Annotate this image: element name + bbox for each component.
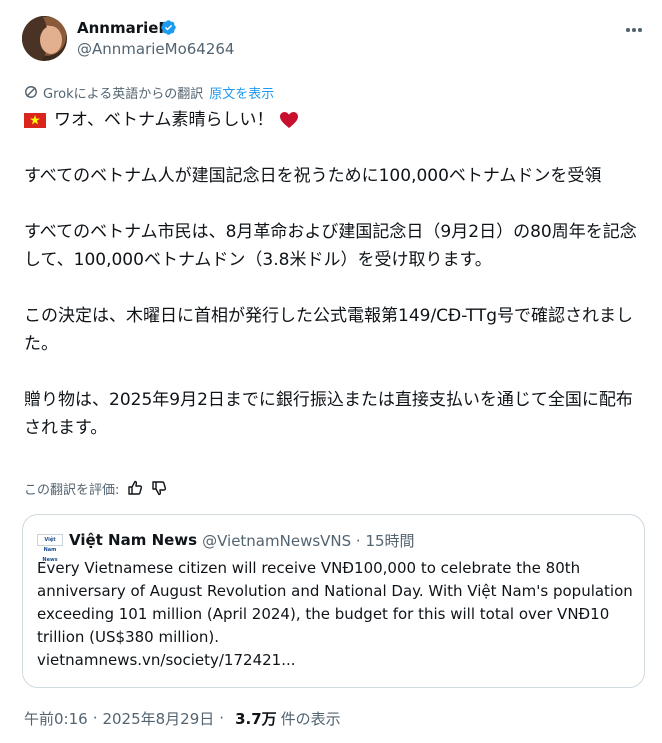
views-count: 3.7万 xyxy=(235,709,277,728)
translation-source: Grokによる英語からの翻訳 xyxy=(43,86,204,102)
avatar[interactable] xyxy=(22,16,67,61)
user-handle[interactable]: @AnnmarieMo64264 xyxy=(77,39,234,59)
post-date[interactable]: 2025年8月29日 xyxy=(102,708,214,729)
rate-translation-label: この翻訳を評価: xyxy=(24,482,120,498)
rate-translation: この翻訳を評価: xyxy=(24,478,167,498)
thumbs-up-icon[interactable] xyxy=(127,480,143,496)
tweet-paragraph-4: この決定は、木曜日に首相が発行した公式電報第149/CĐ-TTg号で確認されまし… xyxy=(24,306,634,354)
quoted-tweet-text: Every Vietnamese citizen will receive VN… xyxy=(37,557,637,672)
translation-note: Grokによる英語からの翻訳 原文を表示 xyxy=(24,83,274,102)
quoted-author-name[interactable]: Việt Nam News xyxy=(69,531,197,549)
vietnam-flag-icon xyxy=(24,112,46,128)
vietnam-news-logo: Việt Nam News xyxy=(37,534,63,563)
tweet-paragraph-2: すべてのベトナム人が建国記念日を祝うために100,000ベトナムドンを受領 xyxy=(24,166,602,186)
tweet-paragraph-5: 贈り物は、2025年9月2日までに銀行振込または直接支払いを通じて全国に配布され… xyxy=(24,390,633,438)
quoted-body: Every Vietnamese citizen will receive VN… xyxy=(37,559,633,646)
separator-dot: · xyxy=(92,709,98,727)
display-name[interactable]: AnnmarieF xyxy=(77,18,169,38)
thumbs-down-icon[interactable] xyxy=(151,480,167,496)
quoted-tweet-header: Việt Nam News Việt Nam News @VietnamNews… xyxy=(37,529,630,563)
tweet-exclamation: ワオ、ベトナム素晴らしい！ xyxy=(54,110,274,130)
verified-badge-icon xyxy=(161,20,176,35)
views-label: 件の表示 xyxy=(280,709,341,728)
post-time[interactable]: 午前0:16 xyxy=(24,708,88,729)
tweet-header: AnnmarieF @AnnmarieMo64264 xyxy=(22,16,646,66)
grok-translate-icon xyxy=(25,86,37,98)
quoted-tweet[interactable]: Việt Nam News Việt Nam News @VietnamNews… xyxy=(22,514,645,688)
separator-dot: · xyxy=(219,709,225,727)
more-icon[interactable] xyxy=(624,20,644,40)
tweet-text: ワオ、ベトナム素晴らしい！ すべてのベトナム人が建国記念日を祝うために100,0… xyxy=(24,106,648,470)
tweet-meta: 午前0:16 · 2025年8月29日 · 3.7万 件の表示 xyxy=(24,707,341,729)
red-heart-icon xyxy=(280,112,299,128)
tweet-line-1: ワオ、ベトナム素晴らしい！ xyxy=(24,106,648,134)
show-original-link[interactable]: 原文を表示 xyxy=(209,83,274,102)
tweet-paragraph-3: すべてのベトナム市民は、8月革命および建国記念日（9月2日）の80周年を記念して… xyxy=(24,222,637,270)
quoted-author-handle[interactable]: @VietnamNewsVNS · 15時間 xyxy=(202,530,414,551)
quoted-link[interactable]: vietnamnews.vn/society/172421... xyxy=(37,649,637,672)
